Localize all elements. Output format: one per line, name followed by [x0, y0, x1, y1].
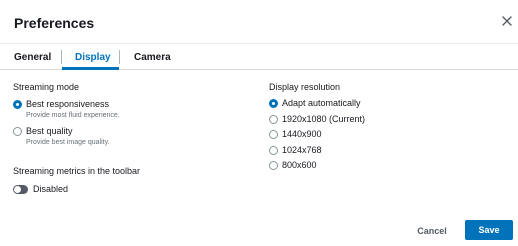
radio-best-quality[interactable]: Best quality Provide best image quality. — [13, 126, 163, 148]
radio-best-responsiveness[interactable]: Best responsiveness Provide most fluid e… — [13, 99, 163, 121]
streaming-metrics-label: Streaming metrics in the toolbar — [13, 166, 141, 176]
radio-description: Provide most fluid experience. — [26, 112, 120, 119]
metrics-toggle[interactable] — [13, 185, 28, 194]
tab-camera[interactable]: Camera — [134, 52, 171, 64]
active-tab-indicator — [62, 67, 119, 70]
radio-label: 800x600 — [282, 160, 317, 170]
metrics-toggle-label: Disabled — [33, 184, 69, 194]
radio-button[interactable] — [13, 127, 22, 136]
radio-button[interactable] — [269, 130, 278, 139]
radio-button[interactable] — [269, 99, 278, 108]
radio-description: Provide best image quality. — [26, 139, 110, 146]
radio-adapt-automatically[interactable]: Adapt automatically — [269, 98, 389, 110]
cancel-button[interactable]: Cancel — [410, 222, 454, 239]
radio-button[interactable] — [269, 115, 278, 124]
radio-label: Best quality — [26, 126, 73, 136]
tab-general[interactable]: General — [14, 52, 51, 64]
radio-1024x768[interactable]: 1024x768 — [269, 145, 389, 157]
dialog-footer: Cancel Save — [0, 212, 518, 246]
radio-label: 1920x1080 (Current) — [282, 114, 366, 124]
radio-1920x1080[interactable]: 1920x1080 (Current) — [269, 114, 389, 126]
dialog-title: Preferences — [14, 15, 95, 31]
dialog-header: Preferences — [0, 0, 518, 44]
radio-label: 1440x900 — [282, 129, 322, 139]
toggle-knob — [14, 186, 21, 193]
radio-button[interactable] — [269, 146, 278, 155]
preferences-dialog: Preferences General Display Camera Strea… — [0, 0, 518, 246]
tab-display[interactable]: Display — [75, 52, 111, 64]
radio-label: Best responsiveness — [26, 99, 110, 109]
save-button[interactable]: Save — [465, 220, 513, 240]
radio-800x600[interactable]: 800x600 — [269, 160, 389, 172]
radio-label: Adapt automatically — [282, 98, 361, 108]
radio-button[interactable] — [269, 161, 278, 170]
radio-1440x900[interactable]: 1440x900 — [269, 129, 389, 141]
streaming-mode-label: Streaming mode — [13, 82, 80, 92]
tab-divider — [61, 50, 62, 64]
close-icon[interactable] — [500, 14, 514, 28]
display-resolution-label: Display resolution — [269, 82, 341, 92]
radio-label: 1024x768 — [282, 145, 322, 155]
tab-divider — [119, 50, 120, 64]
radio-button[interactable] — [13, 100, 22, 109]
